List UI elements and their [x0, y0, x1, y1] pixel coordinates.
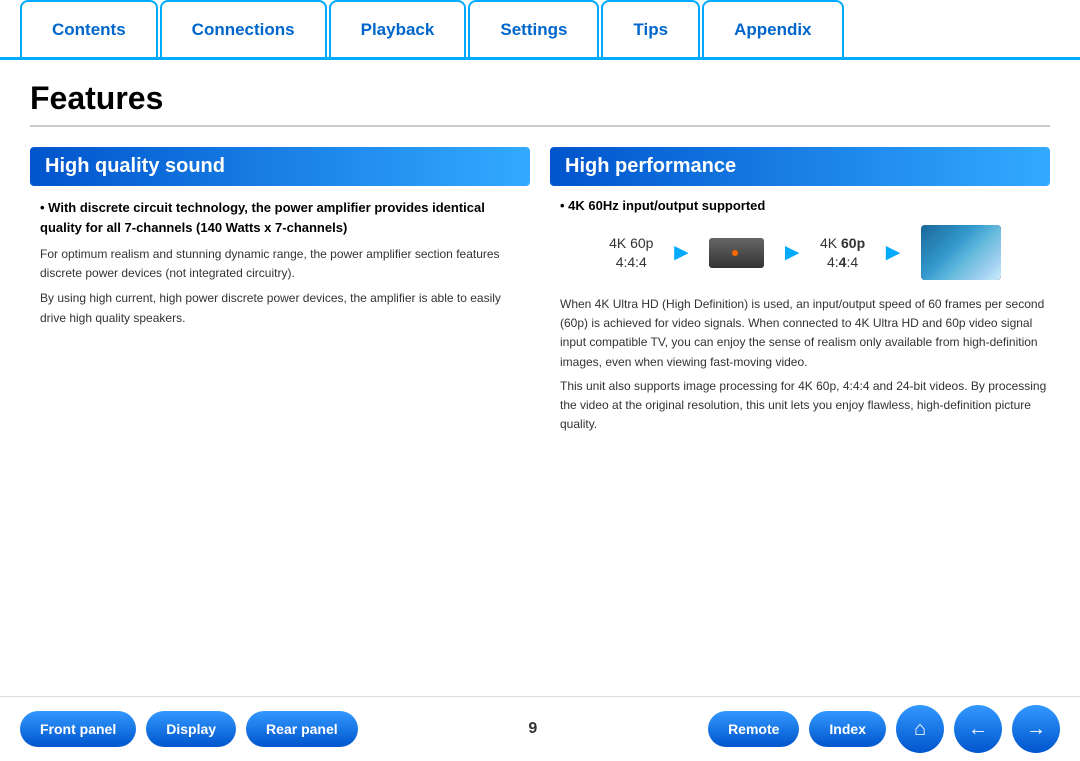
amp-image [709, 238, 764, 268]
forward-button[interactable]: → [1012, 705, 1060, 753]
left-column: High quality sound With discrete circuit… [30, 147, 530, 434]
rear-panel-button[interactable]: Rear panel [246, 711, 358, 747]
two-column-layout: High quality sound With discrete circuit… [30, 147, 1050, 434]
main-content: Features High quality sound With discret… [0, 60, 1080, 474]
input-label: 4K 60p 4:4:4 [609, 234, 653, 270]
bottom-bar: Front panel Display Rear panel 9 Remote … [0, 696, 1080, 761]
nav-tab-settings[interactable]: Settings [468, 0, 599, 57]
right-column: High performance 4K 60Hz input/output su… [550, 147, 1050, 434]
right-desc2: This unit also supports image processing… [550, 377, 1050, 435]
output-label: 4K 60p4:4:4 [820, 234, 865, 270]
nav-tab-appendix[interactable]: Appendix [702, 0, 843, 57]
right-desc1: When 4K Ultra HD (High Definition) is us… [550, 295, 1050, 372]
remote-button[interactable]: Remote [708, 711, 799, 747]
left-bullet-bold: With discrete circuit technology, the po… [30, 198, 530, 237]
home-button[interactable]: ⌂ [896, 705, 944, 753]
index-button[interactable]: Index [809, 711, 886, 747]
front-panel-button[interactable]: Front panel [20, 711, 136, 747]
arrow-right-3: ► [881, 239, 905, 267]
page-title: Features [30, 80, 1050, 127]
tv-image [921, 225, 1001, 280]
left-body2: By using high current, high power discre… [30, 289, 530, 327]
page-number: 9 [368, 720, 698, 738]
nav-tab-connections[interactable]: Connections [160, 0, 327, 57]
left-section-header: High quality sound [30, 147, 530, 186]
left-body1: For optimum realism and stunning dynamic… [30, 245, 530, 283]
right-section-header: High performance [550, 147, 1050, 186]
arrow-right-1: ► [669, 239, 693, 267]
4k-diagram: 4K 60p 4:4:4 ► ► 4K 60p4:4:4 ► [550, 225, 1050, 280]
back-button[interactable]: ← [954, 705, 1002, 753]
input-label-text: 4K 60p 4:4:4 [609, 234, 653, 270]
right-bullet-bold: 4K 60Hz input/output supported [550, 198, 1050, 213]
arrow-right-2: ► [780, 239, 804, 267]
nav-tab-playback[interactable]: Playback [329, 0, 467, 57]
nav-tab-contents[interactable]: Contents [20, 0, 158, 57]
top-navigation: Contents Connections Playback Settings T… [0, 0, 1080, 60]
output-label-text: 4K 60p4:4:4 [820, 234, 865, 270]
display-button[interactable]: Display [146, 711, 236, 747]
nav-tab-tips[interactable]: Tips [601, 0, 700, 57]
